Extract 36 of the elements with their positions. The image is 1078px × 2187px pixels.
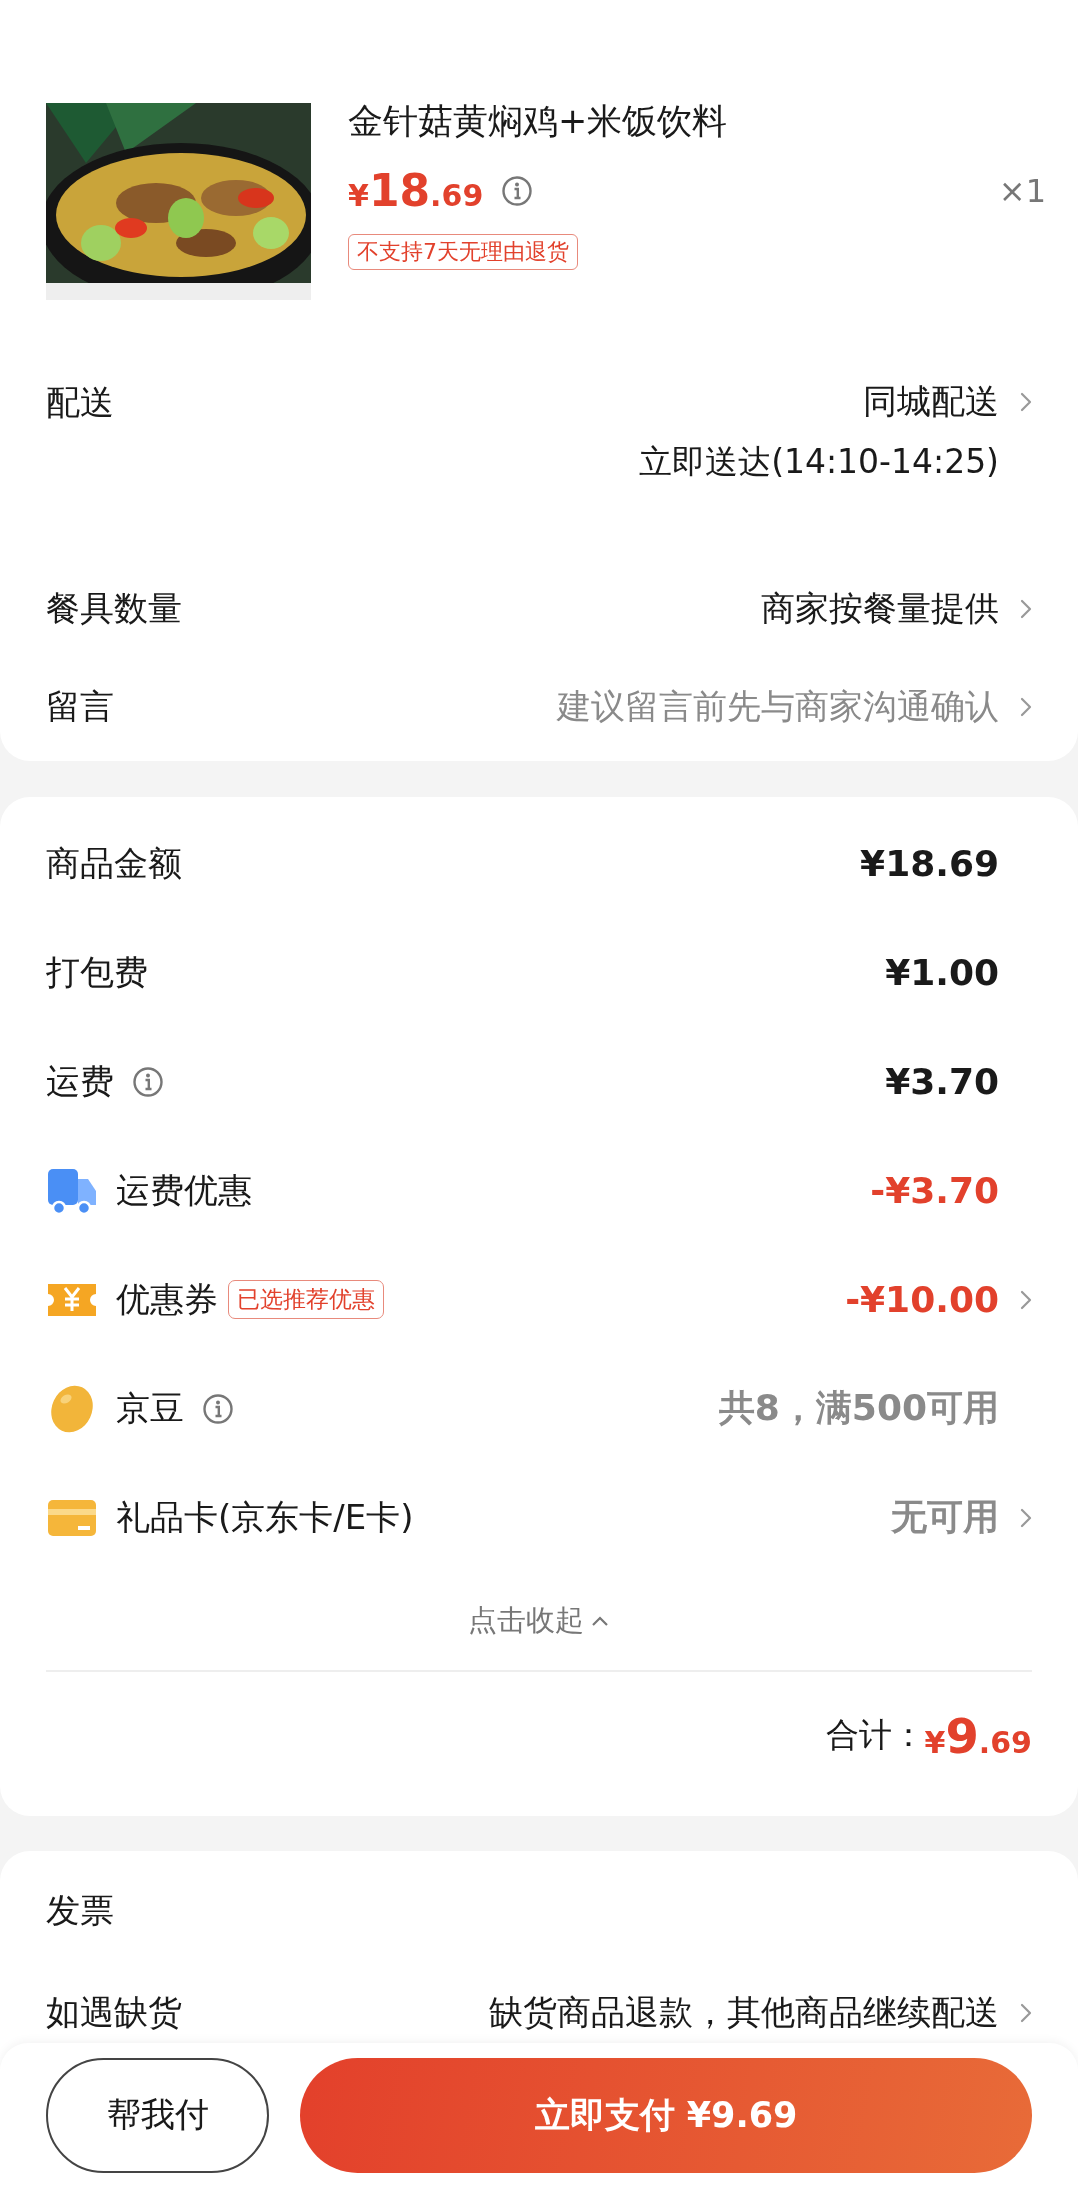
row-label: 餐具数量 xyxy=(46,587,182,630)
fee-value: 共8，满500可用 xyxy=(718,1386,999,1430)
fee-label: 运费优惠 xyxy=(116,1168,252,1212)
fee-label: 礼品卡(京东卡/E卡) xyxy=(116,1495,414,1539)
product-price: ¥18.69 xyxy=(348,165,484,216)
fee-label: 京豆 xyxy=(116,1386,184,1430)
stockout-label: 如遇缺货 xyxy=(46,1990,182,2034)
return-policy-tag: 不支持7天无理由退货 xyxy=(348,234,578,270)
row-value[interactable]: 同城配送 xyxy=(863,379,999,425)
stockout-value[interactable]: 缺货商品退款，其他商品继续配送 xyxy=(489,1989,999,2036)
help-pay-button[interactable]: 帮我付 xyxy=(46,2057,269,2173)
fee-value: ¥1.00 xyxy=(885,952,999,993)
product-title: 金针菇黄焖鸡+米饭饮料 xyxy=(348,100,728,143)
info-icon[interactable] xyxy=(132,1065,164,1098)
fee-label: 运费 xyxy=(46,1059,114,1103)
fee-label: 打包费 xyxy=(46,950,148,994)
delivery-time: 立即送达(14:10-14:25) xyxy=(639,440,999,483)
fee-label: 优惠券 xyxy=(116,1277,218,1321)
fee-value: ¥3.70 xyxy=(885,1061,999,1102)
fee-value: -¥3.70 xyxy=(870,1170,999,1211)
fee-label: 商品金额 xyxy=(46,841,182,885)
info-icon[interactable] xyxy=(202,1392,234,1425)
collapse-button[interactable]: 点击收起 xyxy=(468,1601,610,1641)
fee-value[interactable]: -¥10.00 xyxy=(845,1279,999,1320)
quantity: ×1 xyxy=(998,171,1046,210)
fee-value: ¥18.69 xyxy=(860,843,999,884)
row-value[interactable]: 商家按餐量提供 xyxy=(761,586,999,632)
info-icon[interactable] xyxy=(501,174,534,207)
row-label: 留言 xyxy=(46,685,114,728)
chevron-up-icon xyxy=(590,1615,610,1627)
total-label: 合计： xyxy=(825,1714,925,1756)
row-label: 配送 xyxy=(46,381,114,424)
total-amount: ¥9.69 xyxy=(924,1707,1032,1764)
coupon-tag: 已选推荐优惠 xyxy=(228,1280,384,1319)
pay-button[interactable]: 立即支付 ¥9.69 xyxy=(300,2057,1032,2173)
invoice-label[interactable]: 发票 xyxy=(46,1887,114,1934)
